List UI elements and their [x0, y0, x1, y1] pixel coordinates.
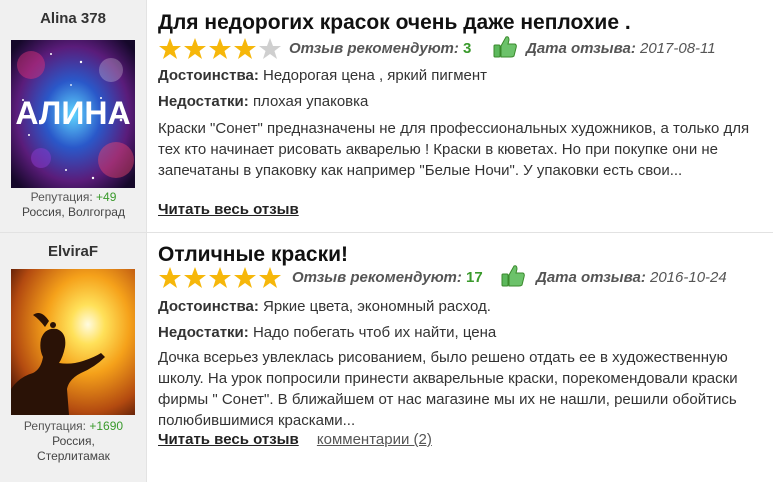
recommend-count: 17	[465, 269, 483, 286]
review-date: 2017-08-11	[639, 40, 716, 57]
reputation-value: +1690	[89, 419, 124, 433]
read-full-review-link[interactable]: Читать весь отзыв	[158, 431, 299, 448]
author-location: Россия, Волгоград	[22, 205, 125, 219]
comments-link[interactable]: комментарии (2)	[317, 431, 432, 448]
star-icon	[234, 267, 256, 288]
reputation-label: Репутация:	[23, 419, 87, 433]
review-author-panel: Alina 378 АЛИНА Репутация: +49 Россия, В…	[0, 0, 147, 232]
recommend-info: Отзыв рекомендуют: 17	[292, 269, 483, 286]
date-label: Дата отзыва:	[526, 40, 636, 57]
cons-text: Надо побегать чтоб их найти, цена	[252, 324, 497, 341]
review-cons: Недостатки: плохая упаковка	[158, 93, 763, 110]
cons-text: плохая упаковка	[252, 93, 369, 110]
author-reputation: Репутация: +49	[0, 190, 147, 205]
review-title[interactable]: Отличные краски!	[158, 243, 348, 267]
review-actions: Читать весь отзыв	[158, 201, 299, 218]
cons-label: Недостатки:	[158, 93, 249, 110]
recommend-count: 3	[462, 40, 472, 57]
author-location-city: Стерлитамак	[37, 449, 110, 463]
review-title[interactable]: Для недорогих красок очень даже неплохие…	[158, 11, 631, 35]
cons-label: Недостатки:	[158, 324, 249, 341]
thumbs-up-icon[interactable]	[500, 263, 526, 289]
star-icon	[209, 38, 231, 59]
star-icon	[159, 267, 181, 288]
pros-text: Недорогая цена , яркий пигмент	[263, 67, 488, 84]
star-icon	[259, 267, 281, 288]
author-username[interactable]: Alina 378	[0, 10, 146, 30]
star-icon	[184, 267, 206, 288]
review-meta: Отзыв рекомендуют: 17 Дата отзыва: 2016-…	[158, 263, 763, 292]
thumbs-up-icon[interactable]	[492, 34, 518, 60]
pros-label: Достоинства:	[158, 298, 259, 315]
recommend-info: Отзыв рекомендуют: 3	[289, 40, 471, 57]
pros-text: Яркие цвета, экономный расход.	[263, 298, 491, 315]
author-username[interactable]: ElviraF	[0, 243, 146, 263]
read-full-review-link[interactable]: Читать весь отзыв	[158, 201, 299, 218]
review-date-info: Дата отзыва: 2017-08-11	[526, 40, 716, 57]
reputation-value: +49	[96, 190, 117, 204]
review-card: ElviraF Репутация: +1690 Россия, Стерлит…	[0, 233, 773, 482]
reputation-label: Репутация:	[30, 190, 93, 204]
avatar-text: АЛИНА	[15, 95, 130, 131]
star-icon	[234, 38, 256, 59]
review-cons: Недостатки: Надо побегать чтоб их найти,…	[158, 324, 763, 341]
star-icon	[159, 38, 181, 59]
review-meta: Отзыв рекомендуют: 3 Дата отзыва: 2017-0…	[158, 34, 763, 63]
review-actions: Читать весь отзыв комментарии (2)	[158, 431, 432, 448]
author-avatar[interactable]: АЛИНА	[11, 40, 135, 188]
recommend-label: Отзыв рекомендуют:	[289, 40, 459, 57]
author-reputation: Репутация: +1690	[0, 419, 147, 434]
star-icon	[184, 38, 206, 59]
author-location-country: Россия,	[52, 434, 95, 448]
review-excerpt: Краски "Сонет" предназначены не для проф…	[158, 120, 750, 179]
rating-stars	[158, 37, 282, 61]
author-location: Россия, Стерлитамак	[0, 434, 147, 464]
rating-stars	[158, 266, 282, 290]
author-avatar[interactable]	[11, 269, 135, 415]
date-label: Дата отзыва:	[536, 269, 646, 286]
review-pros: Достоинства: Яркие цвета, экономный расх…	[158, 298, 763, 315]
review-date-info: Дата отзыва: 2016-10-24	[536, 269, 727, 286]
pros-label: Достоинства:	[158, 67, 259, 84]
review-pros: Достоинства: Недорогая цена , яркий пигм…	[158, 67, 763, 84]
star-icon	[209, 267, 231, 288]
review-card: Alina 378 АЛИНА Репутация: +49 Россия, В…	[0, 0, 773, 232]
review-excerpt: Дочка всерьез увлеклась рисованием, было…	[158, 349, 738, 429]
recommend-label: Отзыв рекомендуют:	[292, 269, 462, 286]
review-date: 2016-10-24	[649, 269, 727, 286]
review-author-panel: ElviraF Репутация: +1690 Россия, Стерлит…	[0, 233, 147, 482]
star-icon	[259, 38, 281, 59]
